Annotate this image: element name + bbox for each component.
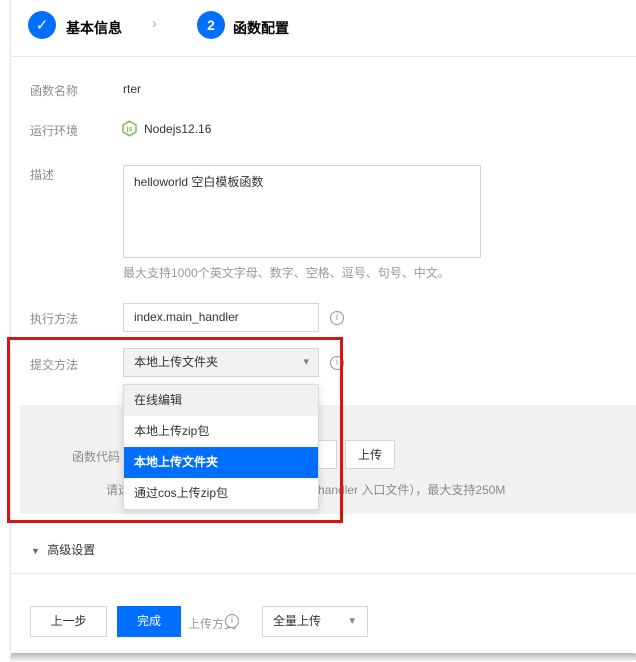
description-label: 描述 bbox=[30, 166, 54, 183]
dropdown-arrow-icon: ▾ bbox=[349, 607, 355, 636]
submit-method-select[interactable]: 本地上传文件夹 ▾ bbox=[123, 348, 319, 377]
function-name-value: rter bbox=[123, 82, 141, 96]
finish-button[interactable]: 完成 bbox=[117, 606, 181, 637]
check-icon: ✓ bbox=[36, 16, 49, 34]
previous-step-button[interactable]: 上一步 bbox=[30, 606, 107, 637]
step2-circle: 2 bbox=[197, 11, 225, 39]
runtime-value: Nodejs12.16 bbox=[144, 122, 211, 136]
dropdown-arrow-icon: ▾ bbox=[303, 349, 309, 376]
advanced-settings-label: 高级设置 bbox=[47, 543, 95, 557]
dropdown-option-local-folder[interactable]: 本地上传文件夹 bbox=[124, 447, 318, 478]
upload-button[interactable]: 上传 bbox=[345, 440, 395, 469]
submit-method-info-icon[interactable]: i bbox=[330, 356, 344, 370]
header-divider bbox=[11, 56, 636, 57]
upload-mode-value: 全量上传 bbox=[273, 614, 321, 628]
chevron-right-icon: › bbox=[152, 15, 157, 32]
page-left-border bbox=[10, 0, 11, 662]
description-hint: 最大支持1000个英文字母、数字、空格、逗号、句号、中文。 bbox=[123, 264, 450, 281]
upload-mode-info-icon[interactable]: i bbox=[225, 614, 239, 628]
advanced-settings-toggle[interactable]: ▼ 高级设置 bbox=[31, 541, 95, 558]
description-textarea[interactable]: helloworld 空白模板函数 bbox=[123, 165, 481, 258]
dropdown-option-online-edit[interactable]: 在线编辑 bbox=[124, 385, 318, 416]
submit-method-label: 提交方法 bbox=[30, 356, 78, 373]
svg-text:js: js bbox=[126, 126, 133, 133]
horizontal-scrollbar[interactable] bbox=[11, 653, 636, 661]
function-code-label: 函数代码* bbox=[72, 448, 128, 465]
upload-mode-select[interactable]: 全量上传 ▾ bbox=[262, 606, 368, 637]
step1-circle: ✓ bbox=[28, 11, 56, 39]
function-config-page: ✓ 基本信息 › 2 函数配置 函数名称 rter 运行环境 js Nodejs… bbox=[0, 0, 636, 662]
function-name-label: 函数名称 bbox=[30, 82, 78, 99]
step2-label: 函数配置 bbox=[233, 18, 289, 38]
handler-input[interactable]: index.main_handler bbox=[123, 303, 319, 332]
collapse-arrow-icon: ▼ bbox=[31, 546, 40, 556]
submit-method-value: 本地上传文件夹 bbox=[134, 355, 218, 369]
handler-label: 执行方法 bbox=[30, 310, 78, 327]
nodejs-hexagon-icon: js bbox=[121, 120, 138, 137]
step2-number: 2 bbox=[207, 17, 215, 33]
step1-label: 基本信息 bbox=[66, 18, 122, 38]
dropdown-option-cos-zip[interactable]: 通过cos上传zip包 bbox=[124, 478, 318, 509]
footer-divider bbox=[11, 573, 636, 574]
handler-info-icon[interactable]: i bbox=[330, 311, 344, 325]
dropdown-option-local-zip[interactable]: 本地上传zip包 bbox=[124, 416, 318, 447]
submit-method-dropdown: 在线编辑 本地上传zip包 本地上传文件夹 通过cos上传zip包 bbox=[123, 384, 319, 510]
runtime-label: 运行环境 bbox=[30, 122, 78, 139]
